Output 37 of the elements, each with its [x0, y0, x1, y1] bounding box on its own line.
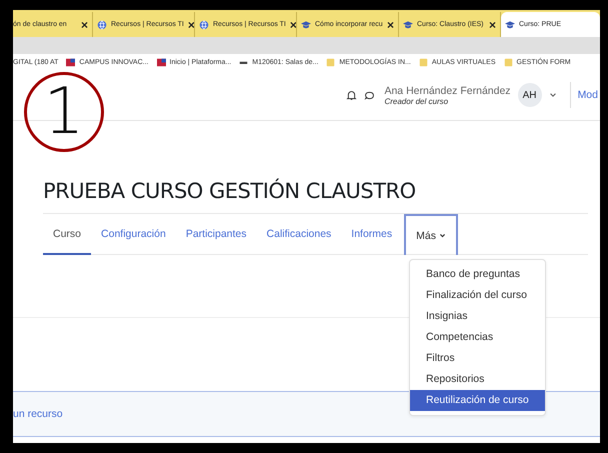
user-avatar[interactable]: AH [518, 83, 542, 107]
menu-item[interactable]: Repositorios [410, 369, 545, 390]
folder-icon [326, 58, 336, 66]
nav-tab[interactable]: Curso [43, 214, 92, 255]
user-name: Ana Hernández Fernández [384, 84, 511, 96]
close-icon[interactable]: × [488, 18, 496, 32]
nav-tab[interactable]: Más [404, 214, 458, 255]
bell-icon[interactable] [346, 90, 358, 100]
graduation-cap-icon [301, 20, 311, 30]
graduation-cap-icon [403, 20, 413, 30]
nav-tab[interactable]: Informes [341, 214, 402, 255]
menu-item[interactable]: Insignias [410, 306, 545, 327]
resource-link[interactable]: un recurso [13, 408, 63, 420]
folder-icon [504, 58, 513, 66]
nav-tab[interactable]: Calificaciones [256, 214, 342, 255]
close-icon[interactable]: × [386, 18, 394, 32]
graduation-cap-icon [505, 20, 515, 30]
menu-item[interactable]: Filtros [410, 348, 545, 369]
folder-icon [418, 58, 428, 66]
nav-tab[interactable]: Participantes [176, 214, 257, 255]
menu-item[interactable]: Finalización del curso [410, 285, 545, 306]
close-icon[interactable]: × [80, 18, 88, 32]
menu-item[interactable]: Reutilización de curso [410, 390, 545, 411]
user-role: Creador del curso [384, 96, 450, 106]
annotation-circle: 1 [24, 72, 104, 152]
globe-icon [199, 20, 209, 30]
chevron-down-icon [439, 232, 446, 239]
logo-icon [66, 58, 76, 66]
nav-tab[interactable]: Configuración [91, 214, 176, 255]
course-title: PRUEBA CURSO GESTIÓN CLAUSTRO [43, 179, 417, 205]
chat-bubble-icon[interactable] [364, 90, 376, 100]
mode-link[interactable]: Mod [578, 89, 598, 101]
logo-icon [156, 58, 166, 66]
menu-item[interactable]: Competencias [410, 327, 545, 348]
menu-item[interactable]: Banco de preguntas [410, 264, 545, 285]
chevron-down-icon[interactable] [548, 91, 557, 99]
globe-icon [97, 20, 107, 30]
